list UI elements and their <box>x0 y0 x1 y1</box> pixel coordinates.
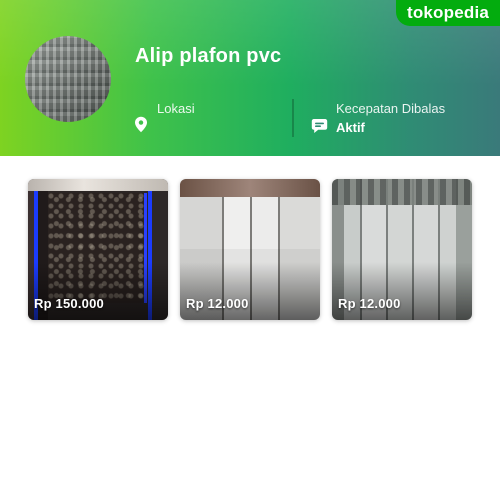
tokopedia-logo[interactable]: tokopedia <box>396 0 500 26</box>
shop-name: Alip plafon pvc <box>135 45 282 67</box>
location-label: Lokasi <box>157 101 195 116</box>
price-gradient <box>180 262 320 320</box>
price-gradient <box>28 262 168 320</box>
info-divider <box>292 99 294 137</box>
price-gradient <box>332 262 472 320</box>
product-price: Rp 12.000 <box>338 296 401 311</box>
shop-avatar[interactable] <box>25 36 111 122</box>
product-list: Rp 150.000 Rp 12.000 Rp 12.000 <box>28 179 473 320</box>
product-price: Rp 150.000 <box>34 296 104 311</box>
response-speed-label: Kecepatan Dibalas <box>336 101 446 116</box>
product-card[interactable]: Rp 12.000 <box>332 179 472 320</box>
product-price: Rp 12.000 <box>186 296 249 311</box>
response-speed-value: Aktif <box>336 120 365 135</box>
product-card[interactable]: Rp 12.000 <box>180 179 320 320</box>
shop-header: tokopedia Alip plafon pvc Lokasi Kecepat… <box>0 0 500 156</box>
location-pin-icon <box>135 116 147 133</box>
chat-bubble-icon <box>311 119 328 133</box>
product-card[interactable]: Rp 150.000 <box>28 179 168 320</box>
